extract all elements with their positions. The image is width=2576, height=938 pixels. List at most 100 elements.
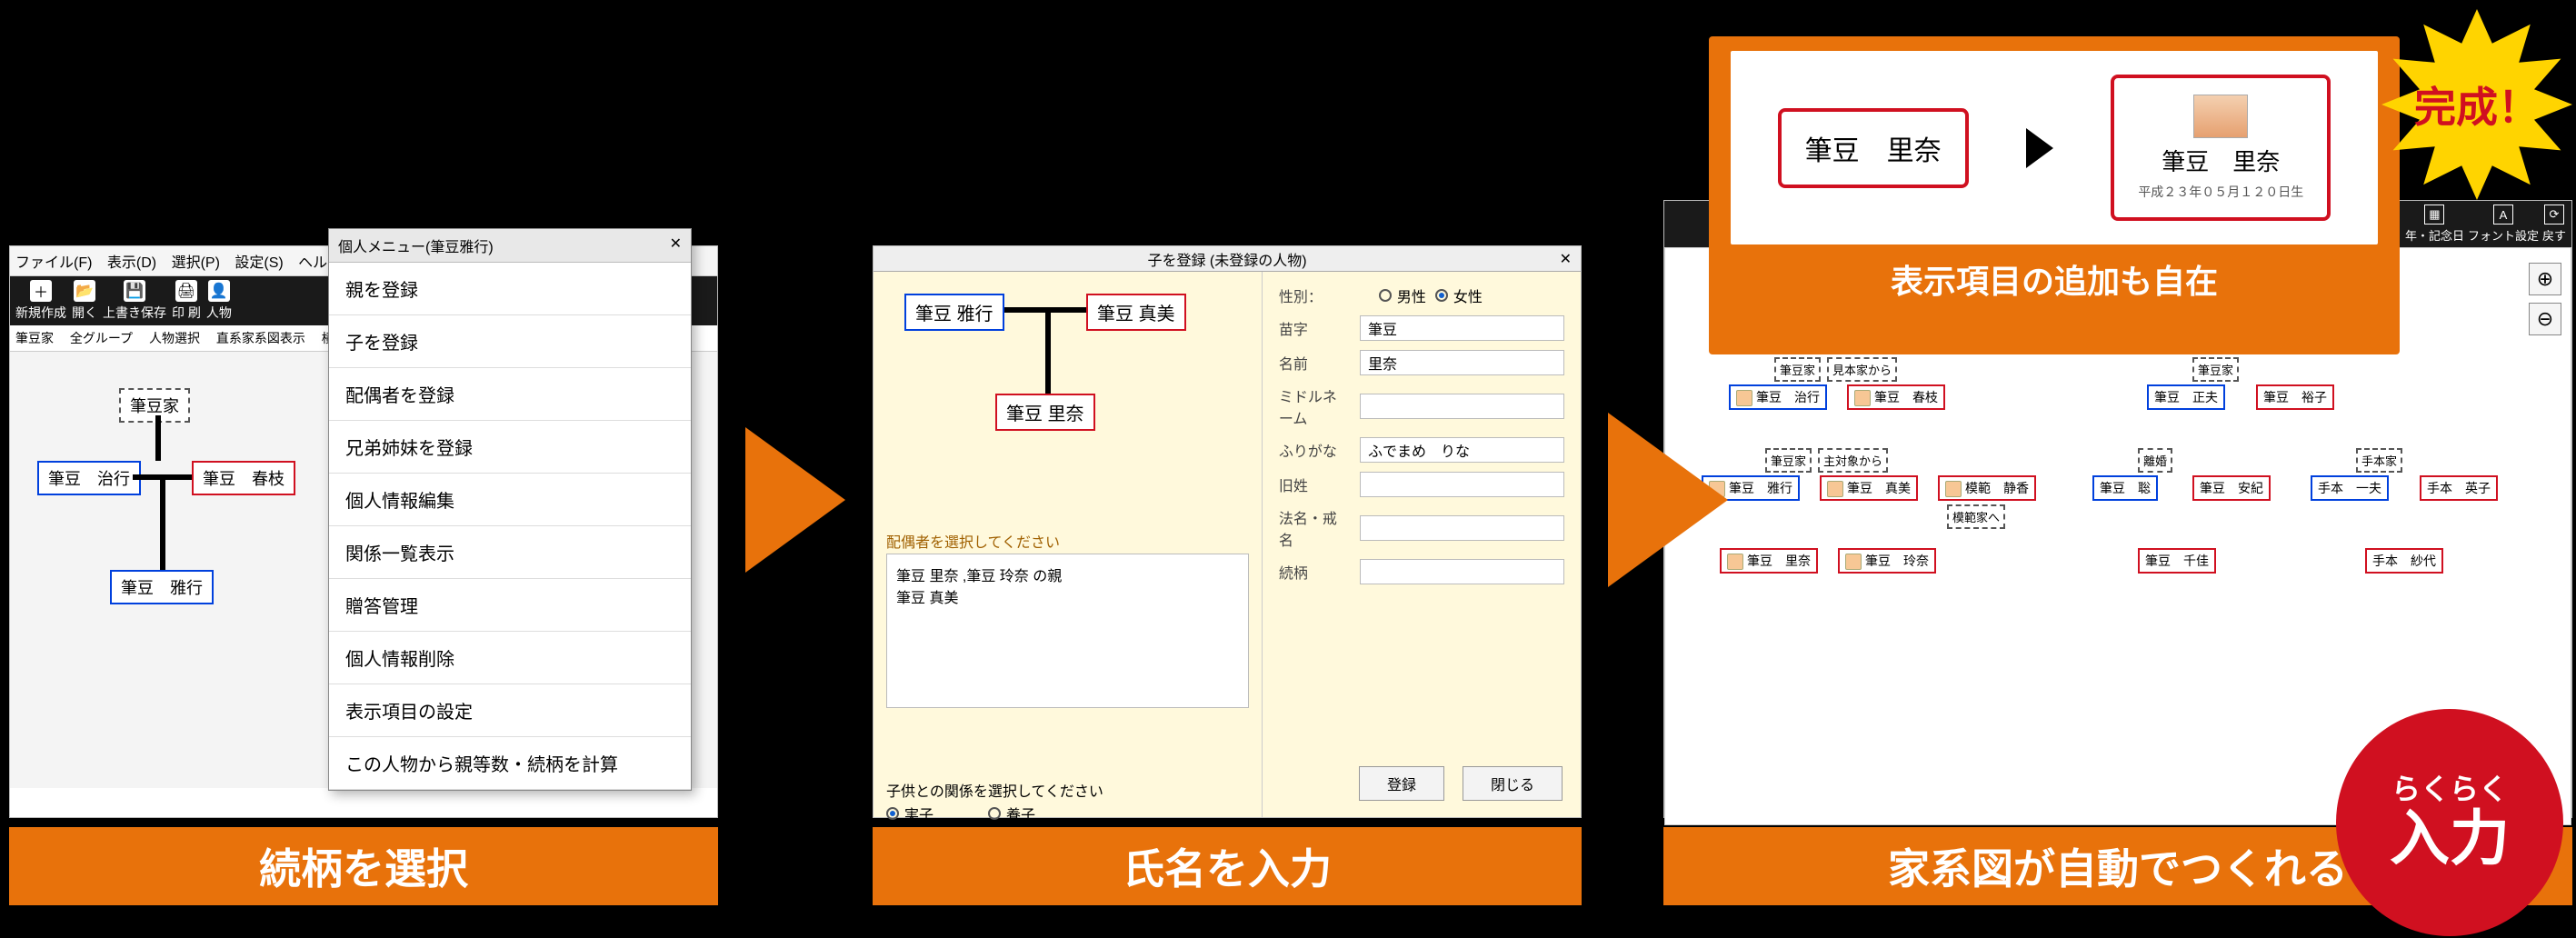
- menu-file[interactable]: ファイル(F): [15, 255, 92, 271]
- lbl-homyo: 法名・戒名: [1279, 506, 1351, 550]
- E-m[interactable]: 手本 一夫: [2311, 475, 2389, 501]
- tbtn-font[interactable]: Aフォント設定: [2468, 205, 2539, 244]
- tbtn-print[interactable]: 🖨印 刷: [172, 280, 201, 322]
- ctx-add-spouse[interactable]: 配偶者を登録: [329, 368, 691, 421]
- tbtn-person[interactable]: 👤人物: [206, 280, 232, 322]
- sex-female[interactable]: 女性: [1435, 284, 1483, 306]
- person-context-menu: 個人メニュー(筆豆雅行) ✕ 親を登録 子を登録 配偶者を登録 兄弟姉妹を登録 …: [328, 228, 692, 791]
- spouse-opt-0[interactable]: 筆豆 里奈 ,筆豆 玲奈 の親: [896, 564, 1239, 585]
- ctx-title: 個人メニュー(筆豆雅行): [338, 234, 494, 256]
- rel-opt-real[interactable]: 実子: [886, 803, 934, 824]
- font-icon: A: [2493, 205, 2513, 225]
- tab-0[interactable]: 筆豆家: [15, 331, 54, 345]
- ctx-count-kinship[interactable]: この人物から親等数・続柄を計算: [329, 737, 691, 790]
- caption-1: 続柄を選択: [9, 827, 718, 905]
- famD[interactable]: 離婚: [2138, 448, 2172, 473]
- D-m[interactable]: 筆豆 聡: [2092, 475, 2158, 501]
- C-m[interactable]: 筆豆 正夫: [2147, 384, 2225, 410]
- tbtn-new[interactable]: ＋新規作成: [15, 280, 66, 322]
- menu-setting[interactable]: 設定(S): [235, 255, 283, 271]
- arrow-icon: [745, 427, 845, 573]
- dlg-title: 子を登録 (未登録の人物): [1147, 248, 1306, 270]
- inp-old[interactable]: [1360, 472, 1564, 497]
- ctx-add-child[interactable]: 子を登録: [329, 315, 691, 368]
- callout-note: 表示項目の追加も自在: [1731, 255, 2378, 303]
- photo-icon: [2193, 95, 2248, 138]
- famB[interactable]: 筆豆家: [1765, 448, 1812, 473]
- ctx-delete[interactable]: 個人情報削除: [329, 632, 691, 684]
- inp-homyo[interactable]: [1360, 515, 1564, 541]
- ctx-close-icon[interactable]: ✕: [670, 234, 682, 256]
- B-f[interactable]: 筆豆 真美: [1820, 475, 1918, 501]
- mini-child[interactable]: 筆豆 里奈: [995, 394, 1095, 431]
- rel-header: 子供との関係を選択してください: [886, 779, 1103, 801]
- inp-surname[interactable]: [1360, 315, 1564, 341]
- B-c1[interactable]: 筆豆 里奈: [1720, 548, 1818, 574]
- lbl-sex: 性別：: [1279, 284, 1370, 306]
- ctx-relations[interactable]: 関係一覧表示: [329, 526, 691, 579]
- lbl-given: 名前: [1279, 352, 1351, 374]
- famA[interactable]: 筆豆家: [1774, 357, 1821, 382]
- ctx-add-parent[interactable]: 親を登録: [329, 263, 691, 315]
- btn-close[interactable]: 閉じる: [1463, 766, 1563, 801]
- mini-mother[interactable]: 筆豆 真美: [1086, 294, 1186, 331]
- panel-select-relation: ファイル(F) 表示(D) 選択(P) 設定(S) ヘルプ(H) ＋新規作成 📂…: [9, 245, 718, 818]
- zoom-in-button[interactable]: ⊕: [2529, 263, 2561, 295]
- lbl-old: 旧姓: [1279, 474, 1351, 495]
- rel-opt-adopt[interactable]: 養子: [988, 803, 1035, 824]
- tbtn-save[interactable]: 💾上書き保存: [103, 280, 166, 322]
- tbtn-anniv[interactable]: ▦年・記念日: [2405, 205, 2464, 244]
- menu-view[interactable]: 表示(D): [107, 255, 156, 271]
- panel-enter-name: 子を登録 (未登録の人物) ✕ 筆豆 雅行 筆豆 真美 筆豆 里奈 配偶者を選択…: [873, 245, 1582, 818]
- ctx-edit[interactable]: 個人情報編集: [329, 474, 691, 526]
- sex-male[interactable]: 男性: [1379, 284, 1426, 306]
- tab-1[interactable]: 全グループ: [70, 331, 133, 345]
- dlg-close-icon[interactable]: ✕: [1560, 250, 1572, 268]
- arrow-icon: [1608, 413, 1728, 587]
- D-f[interactable]: 筆豆 安紀: [2192, 475, 2271, 501]
- tbtn-undo[interactable]: ⟳戻す: [2542, 205, 2566, 244]
- B-c2[interactable]: 筆豆 玲奈: [1838, 548, 1936, 574]
- undo-icon: ⟳: [2544, 205, 2564, 225]
- tab-3[interactable]: 直系家系図表示: [216, 331, 305, 345]
- D-c[interactable]: 筆豆 千佳: [2138, 548, 2216, 574]
- inp-tsuzuki[interactable]: [1360, 559, 1564, 584]
- avatar-icon: [1945, 481, 1962, 497]
- father-node[interactable]: 筆豆 治行: [37, 461, 141, 495]
- inp-given[interactable]: [1360, 350, 1564, 375]
- lbl-kana: ふりがな: [1279, 439, 1351, 461]
- arrow-icon: [2026, 128, 2053, 168]
- callout-card-after: 筆豆 里奈 平成２３年０５月１２０日生: [2111, 75, 2331, 221]
- lbl-tsuzuki: 続柄: [1279, 561, 1351, 583]
- C-f[interactable]: 筆豆 裕子: [2256, 384, 2334, 410]
- tbtn-open[interactable]: 📂開く: [72, 280, 97, 322]
- A-m[interactable]: 筆豆 治行: [1729, 384, 1827, 410]
- A-f[interactable]: 筆豆 春枝: [1847, 384, 1945, 410]
- spouse-list[interactable]: 筆豆 里奈 ,筆豆 玲奈 の親 筆豆 真美: [886, 554, 1249, 708]
- side-m[interactable]: 模範 静香: [1938, 475, 2036, 501]
- print-icon: 🖨: [175, 280, 197, 302]
- side-tag: 模範家へ: [1947, 504, 2005, 529]
- inp-kana[interactable]: [1360, 437, 1564, 463]
- calendar-icon: ▦: [2424, 205, 2444, 225]
- E-f[interactable]: 手本 英子: [2420, 475, 2498, 501]
- famE[interactable]: 手本家: [2356, 448, 2402, 473]
- child-node[interactable]: 筆豆 雅行: [110, 570, 214, 604]
- menu-select[interactable]: 選択(P): [172, 255, 220, 271]
- E-c[interactable]: 手本 紗代: [2365, 548, 2443, 574]
- famA-tag: 見本家から: [1827, 357, 1897, 382]
- famC[interactable]: 筆豆家: [2192, 357, 2239, 382]
- btn-register[interactable]: 登録: [1359, 766, 1444, 801]
- mini-father[interactable]: 筆豆 雅行: [904, 294, 1004, 331]
- starburst-complete: 完成！: [2381, 9, 2572, 200]
- zoom-out-button[interactable]: ⊖: [2529, 303, 2561, 335]
- spouse-opt-1[interactable]: 筆豆 真美: [896, 585, 1239, 607]
- ctx-display-set[interactable]: 表示項目の設定: [329, 684, 691, 737]
- ctx-gifts[interactable]: 贈答管理: [329, 579, 691, 632]
- mother-node[interactable]: 筆豆 春枝: [192, 461, 295, 495]
- tab-2[interactable]: 人物選択: [149, 331, 200, 345]
- save-icon: 💾: [124, 280, 145, 302]
- family-node[interactable]: 筆豆家: [119, 388, 190, 423]
- ctx-add-sibling[interactable]: 兄弟姉妹を登録: [329, 421, 691, 474]
- inp-middle[interactable]: [1360, 394, 1564, 419]
